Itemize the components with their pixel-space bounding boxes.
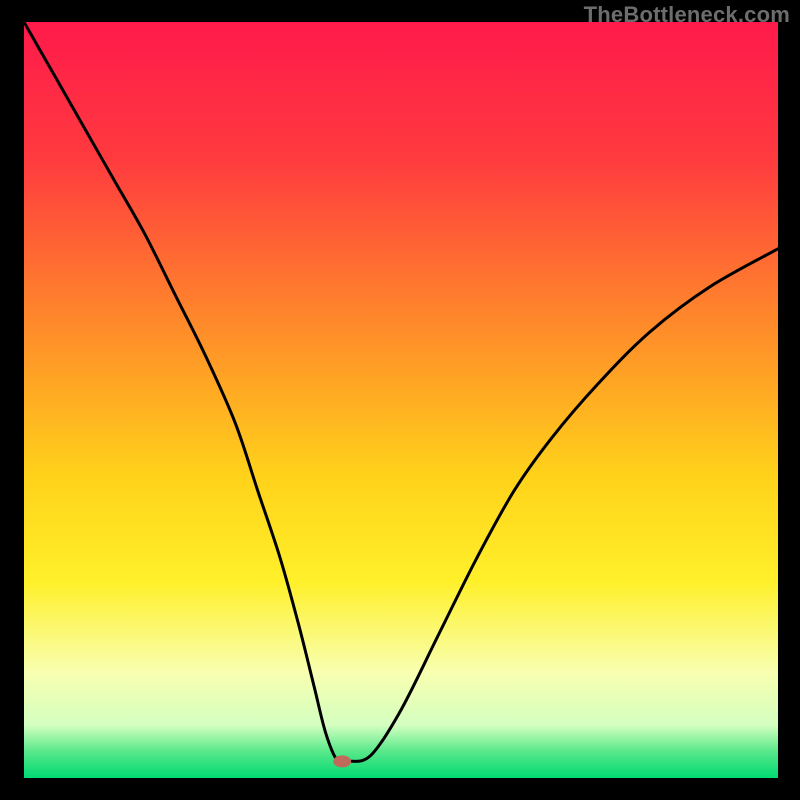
plot-area (24, 22, 778, 778)
watermark-text: TheBottleneck.com (584, 2, 790, 28)
gradient-background (24, 22, 778, 778)
chart-svg (24, 22, 778, 778)
min-marker (333, 755, 351, 767)
chart-frame: TheBottleneck.com (0, 0, 800, 800)
